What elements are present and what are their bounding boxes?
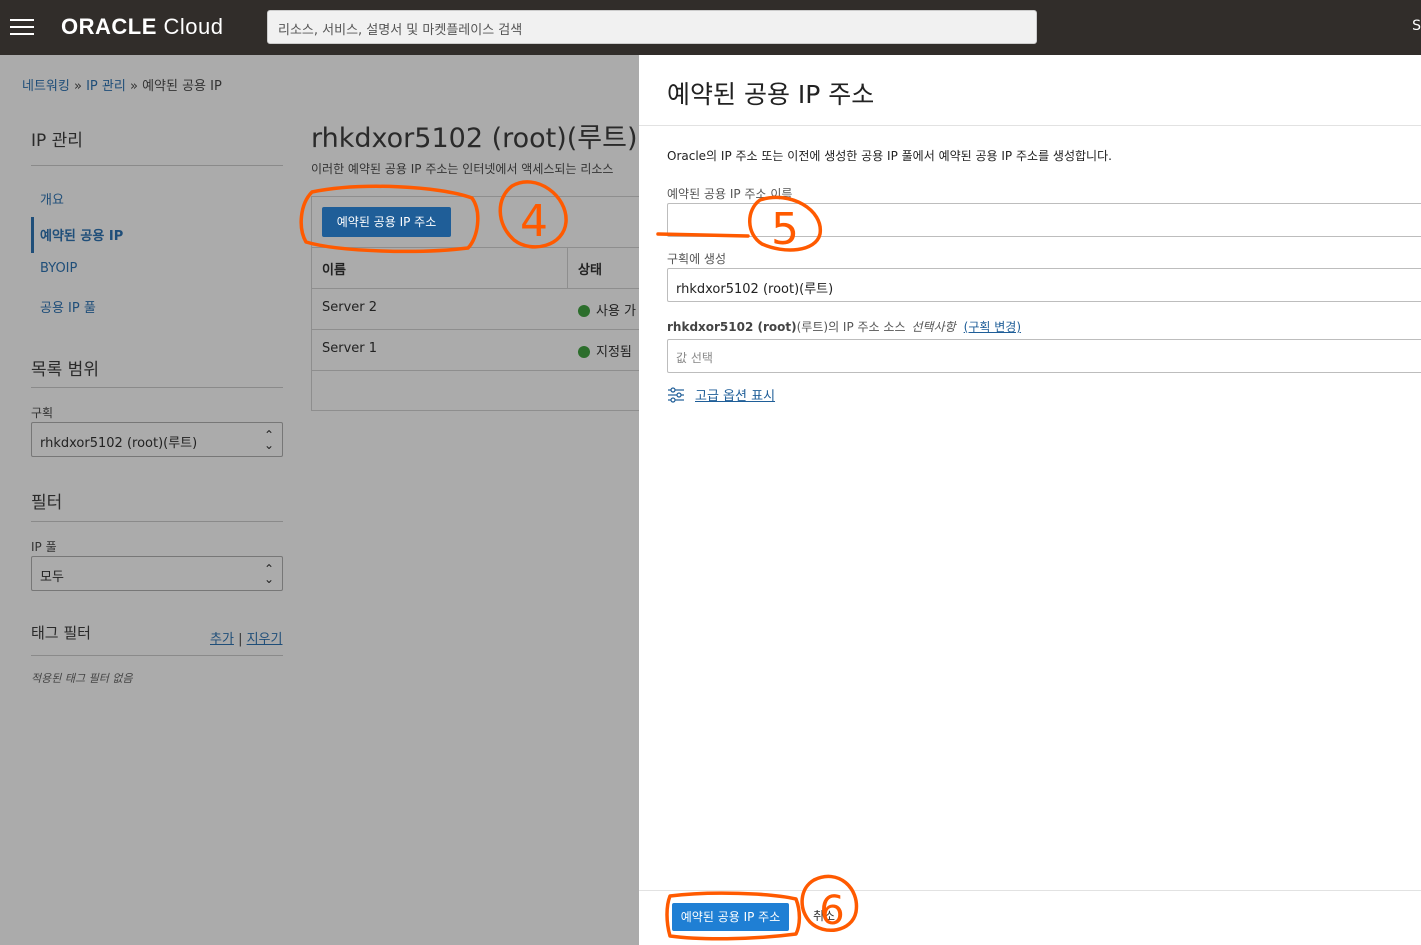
active-indicator [31, 217, 34, 253]
compartment-select[interactable]: rhkdxor5102 (root)(루트) ⌃ ⌄ [31, 422, 283, 457]
search-input[interactable]: 리소스, 서비스, 설명서 및 마켓플레이스 검색 [267, 10, 1037, 44]
sidebar-item-byoip[interactable]: BYOIP [40, 261, 77, 276]
compartment-label: 구획 [31, 406, 54, 420]
advanced-options-toggle[interactable]: 고급 옵션 표시 [667, 385, 775, 404]
reserved-ip-name-input[interactable] [667, 203, 1421, 237]
divider [31, 655, 283, 656]
compartment-select[interactable]: rhkdxor5102 (root)(루트) [667, 268, 1421, 302]
oracle-cloud-logo[interactable]: ORACLE Cloud [61, 14, 223, 40]
sidebar-item-public-ip-pools[interactable]: 공용 IP 풀 [40, 297, 96, 316]
name-label: 예약된 공용 IP 주소 이름 [667, 187, 793, 201]
sidebar-title: IP 관리 [31, 131, 83, 151]
ip-pool-select[interactable]: 모두 ⌃ ⌄ [31, 556, 283, 591]
divider [312, 288, 640, 289]
select-chevron-icon: ⌃ ⌄ [263, 562, 274, 586]
divider [312, 329, 640, 330]
divider [31, 521, 283, 522]
sliders-icon [668, 387, 684, 403]
top-bar: ORACLE Cloud 리소스, 서비스, 설명서 및 마켓플레이스 검색 S [0, 0, 1421, 55]
profile-menu[interactable]: S [1412, 18, 1421, 34]
table-cell-status: 사용 가 [578, 300, 636, 319]
compartment-label: 구획에 생성 [667, 252, 727, 266]
create-reserved-ip-panel: 예약된 공용 IP 주소 Oracle의 IP 주소 또는 이전에 생성한 공용… [639, 55, 1421, 945]
panel-description: Oracle의 IP 주소 또는 이전에 생성한 공용 IP 풀에서 예약된 공… [667, 149, 1112, 163]
divider [639, 890, 1421, 891]
panel-title: 예약된 공용 IP 주소 [667, 80, 875, 109]
sidebar-item-reserved-public-ip[interactable]: 예약된 공용 IP [40, 225, 123, 244]
sidebar-item-overview[interactable]: 개요 [40, 189, 64, 208]
tag-filter-title: 태그 필터 [31, 624, 91, 642]
filter-title: 필터 [31, 493, 63, 513]
page-description: 이러한 예약된 공용 IP 주소는 인터넷에서 액세스되는 리소스 [311, 162, 614, 176]
table-cell-name[interactable]: Server 1 [322, 341, 377, 356]
column-header-status[interactable]: 상태 [578, 248, 602, 288]
ip-source-label: rhkdxor5102 (root)(루트)의 IP 주소 소스 선택사항 (구획 … [667, 320, 1022, 334]
status-assigned-icon [578, 346, 590, 358]
ip-pool-label: IP 풀 [31, 540, 57, 554]
list-scope-title: 목록 범위 [31, 360, 99, 380]
column-divider [567, 248, 568, 288]
tag-clear-link[interactable]: 지우기 [247, 632, 283, 647]
table-cell-status: 지정됨 [578, 341, 632, 360]
divider [31, 387, 283, 388]
breadcrumb-current: 예약된 공용 IP [142, 79, 222, 94]
submit-create-button[interactable]: 예약된 공용 IP 주소 [672, 903, 789, 931]
tag-add-link[interactable]: 추가 [210, 632, 234, 647]
breadcrumb-networking[interactable]: 네트워킹 [22, 79, 70, 94]
page-title: rhkdxor5102 (root)(루트) 구 [311, 123, 671, 154]
status-available-icon [578, 305, 590, 317]
no-tag-filter-text: 적용된 태그 필터 없음 [31, 672, 133, 685]
tag-filter-actions: 추가 | 지우기 [210, 632, 283, 647]
breadcrumb: 네트워킹 » IP 관리 » 예약된 공용 IP [22, 79, 222, 94]
select-chevron-icon: ⌃ ⌄ [263, 428, 274, 452]
ip-source-select[interactable]: 값 선택 [667, 339, 1421, 373]
table-cell-name[interactable]: Server 2 [322, 300, 377, 315]
breadcrumb-ip-management[interactable]: IP 관리 [86, 79, 126, 94]
divider [639, 125, 1421, 126]
column-header-name[interactable]: 이름 [322, 248, 346, 288]
menu-icon[interactable] [10, 19, 34, 35]
change-compartment-link[interactable]: (구획 변경) [964, 320, 1021, 334]
divider [312, 370, 640, 371]
divider [31, 165, 283, 166]
create-reserved-ip-button[interactable]: 예약된 공용 IP 주소 [322, 207, 451, 237]
cancel-button[interactable]: 취소 [813, 907, 835, 924]
